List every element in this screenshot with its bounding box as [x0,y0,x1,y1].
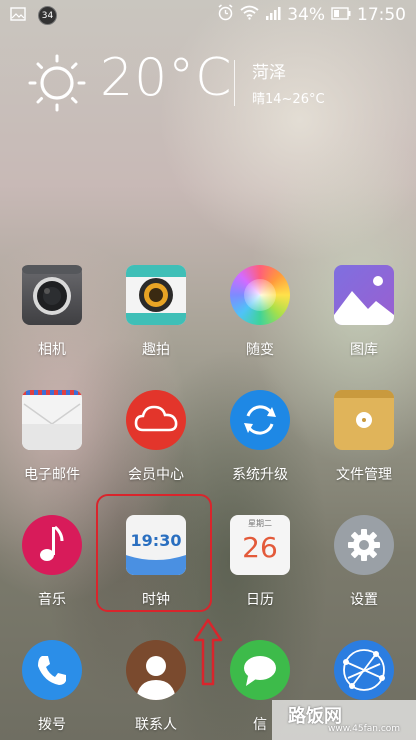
app-label-dialer: 拨号 [38,717,66,733]
app-member-center[interactable]: 会员中心 [104,390,208,484]
watermark: 路饭网 www.45fan.com [272,700,416,740]
app-settings[interactable]: 设置 [312,515,416,609]
app-label-quickshot: 趣拍 [142,342,170,358]
signal-icon [265,5,281,25]
camera-icon [22,265,82,325]
battery-percent: 34% [287,5,325,25]
weather-divider [234,60,235,106]
calendar-day: 26 [242,531,278,564]
wifi-icon [240,5,259,25]
gear-icon [334,515,394,575]
dock-browser[interactable] [312,640,416,700]
contact-avatar-icon [126,640,186,700]
message-icon [230,640,290,700]
app-label-email: 电子邮件 [24,467,80,483]
dock-contacts[interactable]: 联系人 [104,640,208,734]
app-label-gallery: 图库 [350,342,378,358]
phone-icon [22,640,82,700]
app-label-suibian: 随变 [246,342,274,358]
home-screen: 34 34% 17:50 20°C 菏泽 晴14~26°C 相机 趣拍 随变 图… [0,0,416,740]
temperature: 20°C [100,48,233,108]
app-music[interactable]: 音乐 [0,515,104,609]
gallery-icon [334,265,394,325]
app-label-calendar: 日历 [246,592,274,608]
battery-icon [331,5,351,25]
app-label-settings: 设置 [350,592,378,608]
app-gallery[interactable]: 图库 [312,265,416,359]
app-suibian[interactable]: 随变 [208,265,312,359]
app-label-contacts: 联系人 [135,717,177,733]
app-system-update[interactable]: 系统升级 [208,390,312,484]
sync-icon [230,390,290,450]
weather-range: 晴14~26°C [252,92,325,107]
clock-time: 17:50 [357,5,406,25]
dock-dialer[interactable]: 拨号 [0,640,104,734]
app-calendar[interactable]: 星期二 26 日历 [208,515,312,609]
app-file-manager[interactable]: 文件管理 [312,390,416,484]
calendar-icon: 星期二 26 [230,515,290,575]
app-label-music: 音乐 [38,592,66,608]
app-email[interactable]: 电子邮件 [0,390,104,484]
status-bar: 34 34% 17:50 [0,0,416,30]
highlight-box [96,494,212,612]
image-notification-icon [10,6,26,25]
envelope-icon [22,390,82,450]
app-quickshot[interactable]: 趣拍 [104,265,208,359]
cloud-icon [126,390,186,450]
calendar-weekday: 星期二 [248,519,272,528]
color-wheel-icon [230,265,290,325]
app-label-member-center: 会员中心 [128,467,184,483]
folder-icon [334,390,394,450]
quickshot-icon [126,265,186,325]
music-note-icon [22,515,82,575]
app-camera[interactable]: 相机 [0,265,104,359]
sun-icon [28,54,86,116]
app-label-system-update: 系统升级 [232,467,288,483]
alarm-icon [217,4,234,26]
city-name: 菏泽 [252,63,286,83]
app-label-camera: 相机 [38,342,66,358]
notification-count-badge: 34 [38,6,57,25]
watermark-url: www.45fan.com [328,724,401,734]
app-label-file-manager: 文件管理 [336,467,392,483]
globe-icon [334,640,394,700]
